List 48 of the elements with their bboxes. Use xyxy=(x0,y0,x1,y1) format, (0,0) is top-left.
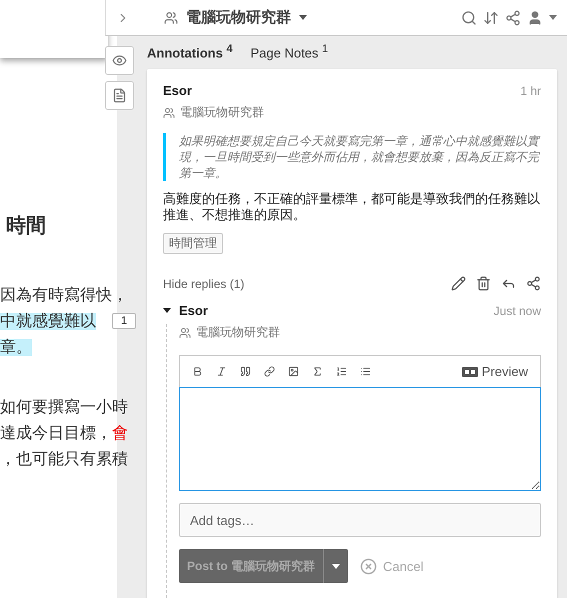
caret-icon xyxy=(299,15,307,20)
bullet-list-icon[interactable] xyxy=(360,366,371,378)
notes-button[interactable] xyxy=(105,81,134,110)
sidebar-tab[interactable]: Page Notes $^{1}$ xyxy=(250,43,328,60)
group-icon xyxy=(179,326,191,339)
tags-input-field[interactable]: Add tags… xyxy=(179,503,541,538)
tag[interactable]: 時間管理 xyxy=(163,233,223,254)
reply-text-field[interactable] xyxy=(179,387,541,492)
sort-icon[interactable] xyxy=(483,10,499,26)
caret-icon xyxy=(549,15,557,20)
share-icon[interactable] xyxy=(526,276,541,292)
collapse-icon[interactable] xyxy=(163,308,171,314)
math-icon[interactable] xyxy=(312,366,323,378)
article-line: 如何要撰寫一小時 xyxy=(0,398,128,418)
caret-icon xyxy=(332,564,340,569)
article-heading: 時間 xyxy=(5,214,47,239)
edit-icon[interactable] xyxy=(451,276,466,292)
quote-icon[interactable] xyxy=(240,366,251,378)
image-icon[interactable] xyxy=(288,366,299,378)
user-icon[interactable] xyxy=(527,10,543,26)
italic-icon[interactable] xyxy=(216,366,227,378)
delete-icon[interactable] xyxy=(476,276,491,292)
author-name[interactable]: Esor xyxy=(179,303,208,318)
sidebar-tab[interactable]: Annotations $^{4}$ xyxy=(147,43,232,60)
annotation-count-badge[interactable]: 1 xyxy=(112,313,136,329)
preview-button[interactable]: Preview xyxy=(462,364,528,380)
close-icon xyxy=(360,558,377,575)
share-icon[interactable] xyxy=(505,10,521,26)
article-line: ，也可能只有累積 xyxy=(0,450,128,470)
group-icon xyxy=(163,106,175,119)
group-label: 電腦玩物研究群 xyxy=(196,324,280,342)
article-line: 達成今日目標，會 xyxy=(0,424,128,444)
quoted-text: 如果明確想要規定自己今天就要寫完第一章，通常心中就感覺難以實現，一旦時間受到一些意外而佔用，就會想要放棄，因為反正寫不完第一章。 xyxy=(163,133,541,182)
article-line: 因為有時寫得快， xyxy=(0,286,128,306)
author-name[interactable]: Esor xyxy=(163,83,192,98)
link-icon[interactable] xyxy=(264,366,275,378)
group-label: 電腦玩物研究群 xyxy=(180,104,264,122)
annotation-text: 高難度的任務，不正確的評量標準，都可能是導致我們的任務難以推進、不想推進的原因。 xyxy=(163,191,541,224)
markdown-icon xyxy=(462,366,478,377)
numbered-list-icon[interactable] xyxy=(336,366,347,378)
note-icon xyxy=(112,88,127,103)
visibility-button[interactable] xyxy=(105,46,134,75)
eye-icon xyxy=(112,53,127,68)
search-icon[interactable] xyxy=(461,10,477,26)
group-icon xyxy=(164,10,178,24)
group-name[interactable]: 電腦玩物研究群 xyxy=(186,8,291,27)
bold-icon[interactable] xyxy=(192,366,203,378)
hide-replies-link[interactable]: Hide replies (1) xyxy=(163,276,244,291)
